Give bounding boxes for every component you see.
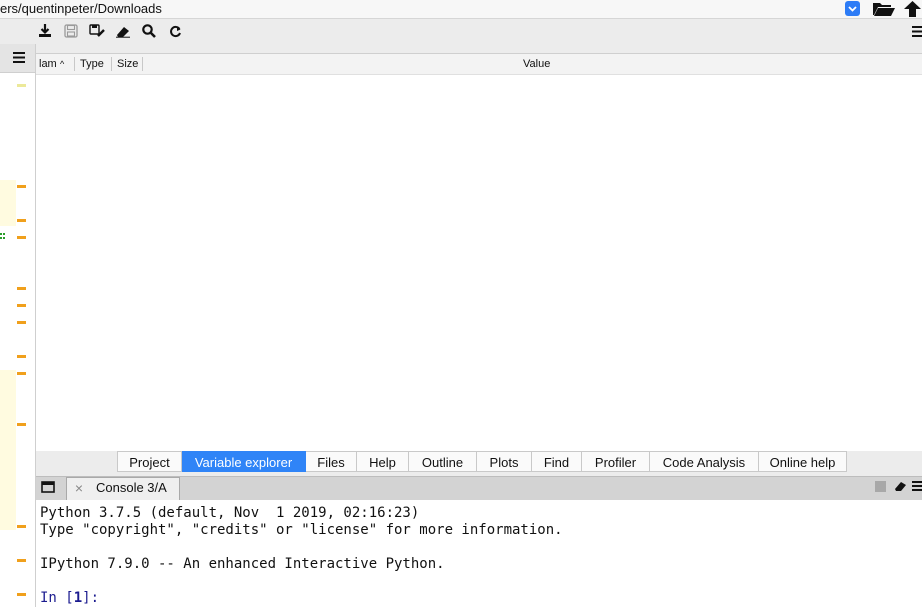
eraser-icon[interactable] [894, 479, 908, 493]
tab-help[interactable]: Help [357, 451, 409, 472]
editor-strip [0, 44, 36, 607]
tab-plots[interactable]: Plots [477, 451, 532, 472]
warning-marker[interactable] [17, 593, 26, 596]
string-marker [0, 233, 5, 239]
tab-variable-explorer[interactable]: Variable explorer [182, 451, 306, 472]
close-icon[interactable]: × [72, 479, 86, 497]
warning-marker[interactable] [17, 304, 26, 307]
remove-all-icon[interactable] [114, 22, 132, 40]
stop-icon[interactable] [875, 481, 886, 492]
warning-marker[interactable] [17, 525, 26, 528]
refresh-icon[interactable] [166, 22, 184, 40]
hamburger-menu-icon [13, 52, 25, 63]
warning-marker[interactable] [17, 321, 26, 324]
console-line: Python 3.7.5 (default, Nov 1 2019, 02:16… [40, 505, 420, 521]
highlight-band [0, 180, 16, 226]
console-prompt[interactable]: In [1]: [40, 590, 99, 606]
warning-marker[interactable] [17, 236, 26, 239]
save-data-icon[interactable] [62, 22, 80, 40]
tab-find[interactable]: Find [532, 451, 582, 472]
tab-profiler[interactable]: Profiler [582, 451, 650, 472]
column-header-size[interactable]: Size [117, 54, 138, 74]
warning-marker[interactable] [17, 287, 26, 290]
column-divider[interactable] [74, 57, 75, 71]
arrow-up-icon[interactable] [903, 0, 922, 17]
options-menu-icon[interactable] [912, 480, 922, 492]
tab-code-analysis[interactable]: Code Analysis [650, 451, 759, 472]
warning-marker[interactable] [17, 84, 26, 87]
column-divider[interactable] [111, 57, 112, 71]
variable-table[interactable] [36, 53, 922, 452]
editor-options-button[interactable] [0, 44, 35, 73]
prompt-suffix: ]: [82, 590, 100, 606]
path-text[interactable]: ers/quentinpeter/Downloads [0, 0, 162, 18]
prompt-prefix: In [ [40, 590, 74, 606]
tab-files[interactable]: Files [306, 451, 357, 472]
save-as-icon[interactable] [88, 22, 106, 40]
warning-marker[interactable] [17, 372, 26, 375]
search-icon[interactable] [140, 22, 158, 40]
warning-marker[interactable] [17, 559, 26, 562]
column-header-value[interactable]: Value [523, 54, 550, 74]
warning-marker[interactable] [17, 219, 26, 222]
console-tab-label[interactable]: Console 3/A [96, 479, 167, 497]
highlight-band [0, 370, 16, 530]
variable-explorer-toolbar [36, 19, 922, 45]
tab-online-help[interactable]: Online help [759, 451, 847, 472]
folder-open-icon[interactable] [872, 0, 896, 17]
chevron-down-icon[interactable] [845, 1, 860, 16]
window-icon[interactable] [41, 480, 57, 494]
tab-outline[interactable]: Outline [409, 451, 477, 472]
warning-marker[interactable] [17, 423, 26, 426]
column-header-type[interactable]: Type [80, 54, 104, 74]
column-header-name[interactable]: lam [39, 54, 57, 74]
column-divider[interactable] [142, 57, 143, 71]
console-line: Type "copyright", "credits" or "license"… [40, 522, 563, 538]
import-data-icon[interactable] [36, 22, 54, 40]
table-header: lam ^ Type Size Value [36, 54, 922, 75]
tab-project[interactable]: Project [117, 451, 182, 472]
sort-ascending-icon: ^ [60, 59, 65, 69]
console-line: IPython 7.9.0 -- An enhanced Interactive… [40, 556, 445, 572]
options-menu-icon[interactable] [910, 22, 922, 40]
prompt-number: 1 [73, 590, 83, 606]
warning-marker[interactable] [17, 355, 26, 358]
warning-marker[interactable] [17, 185, 26, 188]
